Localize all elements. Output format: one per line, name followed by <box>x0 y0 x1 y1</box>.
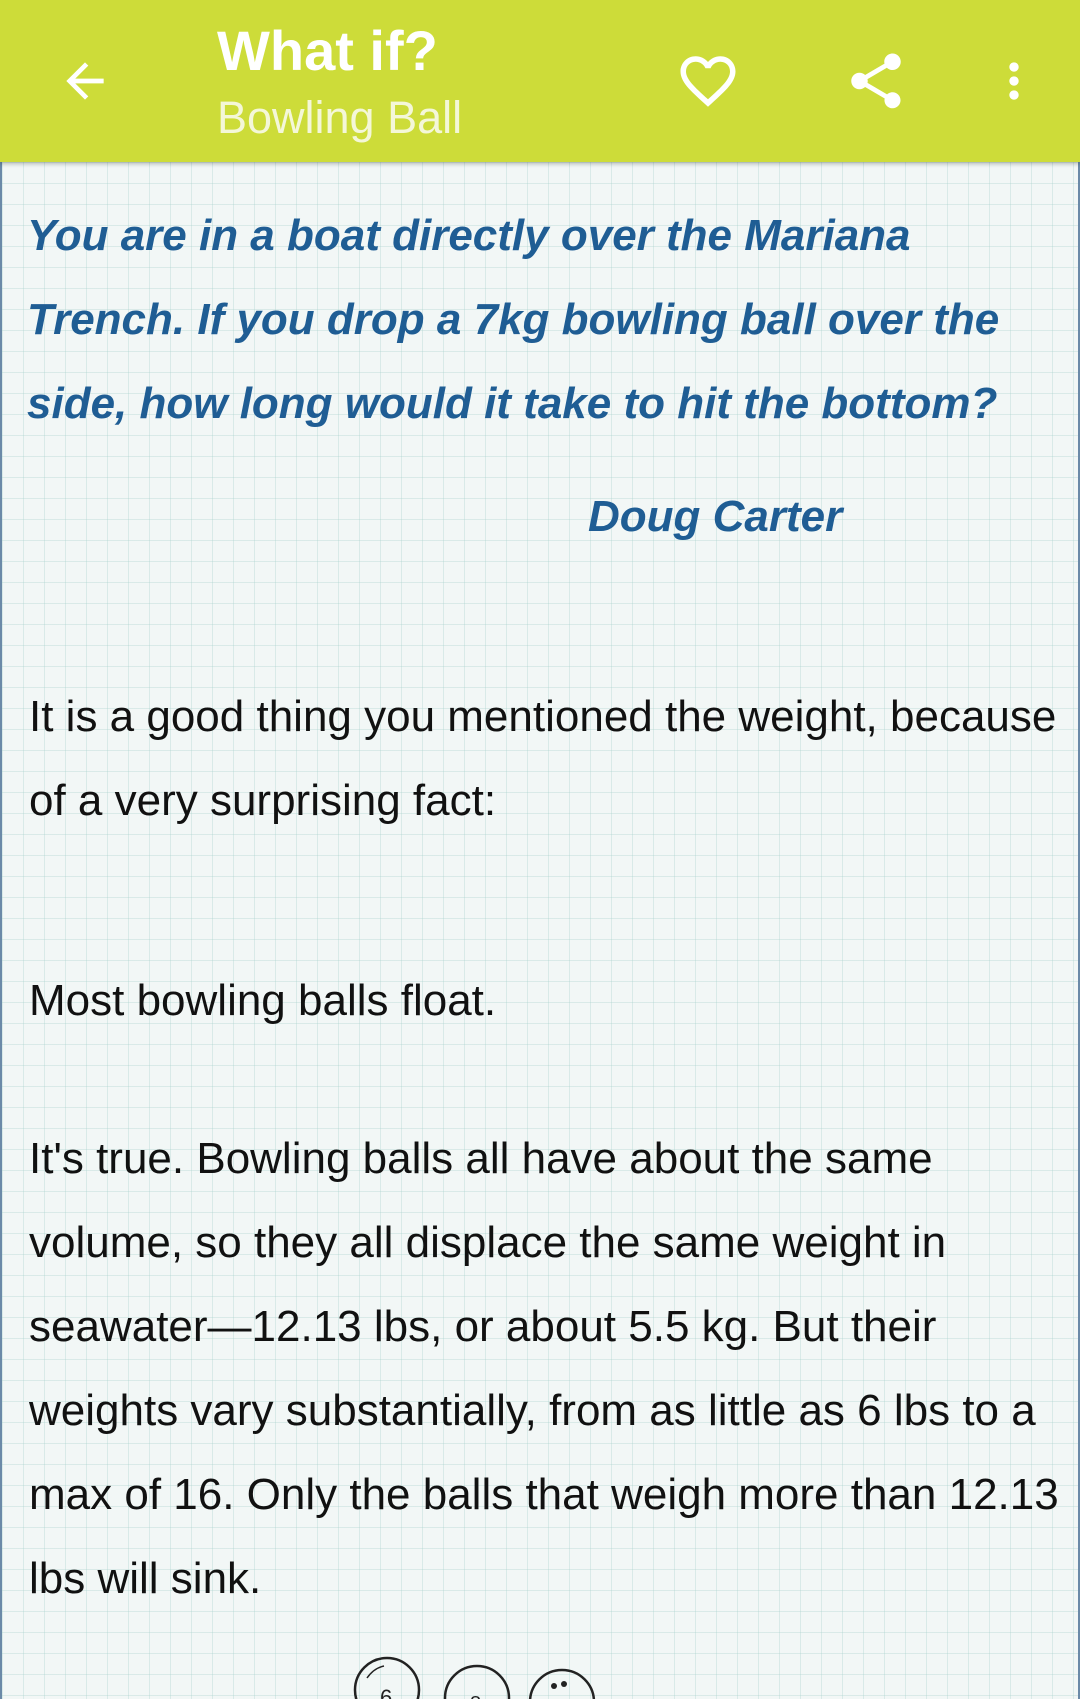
arrow-back-icon <box>66 62 104 100</box>
share-icon <box>851 53 901 109</box>
article-content[interactable]: You are in a boat directly over the Mari… <box>0 162 1080 1699</box>
paragraph: It's true. Bowling balls all have about … <box>29 1134 1059 1603</box>
more-options-button[interactable] <box>969 36 1059 126</box>
more-vert-icon <box>1009 62 1019 100</box>
app-subtitle: Bowling Ball <box>217 92 463 143</box>
paragraph: It is a good thing you mentioned the wei… <box>29 692 1057 825</box>
favorite-button[interactable] <box>663 36 753 126</box>
title-block: What if? Bowling Ball <box>217 16 462 146</box>
bowling-balls-illustration: 6 8 <box>353 1656 596 1699</box>
app-bar: What if? Bowling Ball <box>0 0 1080 162</box>
paragraph: Most bowling balls float. <box>29 976 497 1025</box>
share-button[interactable] <box>831 36 921 126</box>
heart-outline-icon <box>680 56 736 107</box>
back-button[interactable] <box>40 36 130 126</box>
question-text: You are in a boat directly over the Mari… <box>27 211 1000 428</box>
ball-label: 6 <box>380 1685 392 1699</box>
app-title: What if? <box>217 19 438 82</box>
ball-label: 8 <box>470 1693 481 1699</box>
question-author: Doug Carter <box>588 492 843 541</box>
